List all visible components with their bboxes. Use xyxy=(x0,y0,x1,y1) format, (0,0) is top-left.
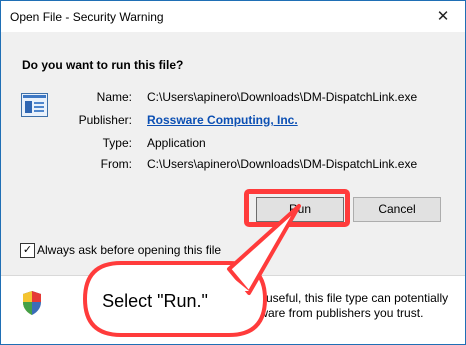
security-warning-dialog: Open File - Security Warning ✕ Do you wa… xyxy=(0,0,466,345)
callout-text: Select "Run." xyxy=(102,291,208,311)
callout-bubble xyxy=(82,204,301,337)
